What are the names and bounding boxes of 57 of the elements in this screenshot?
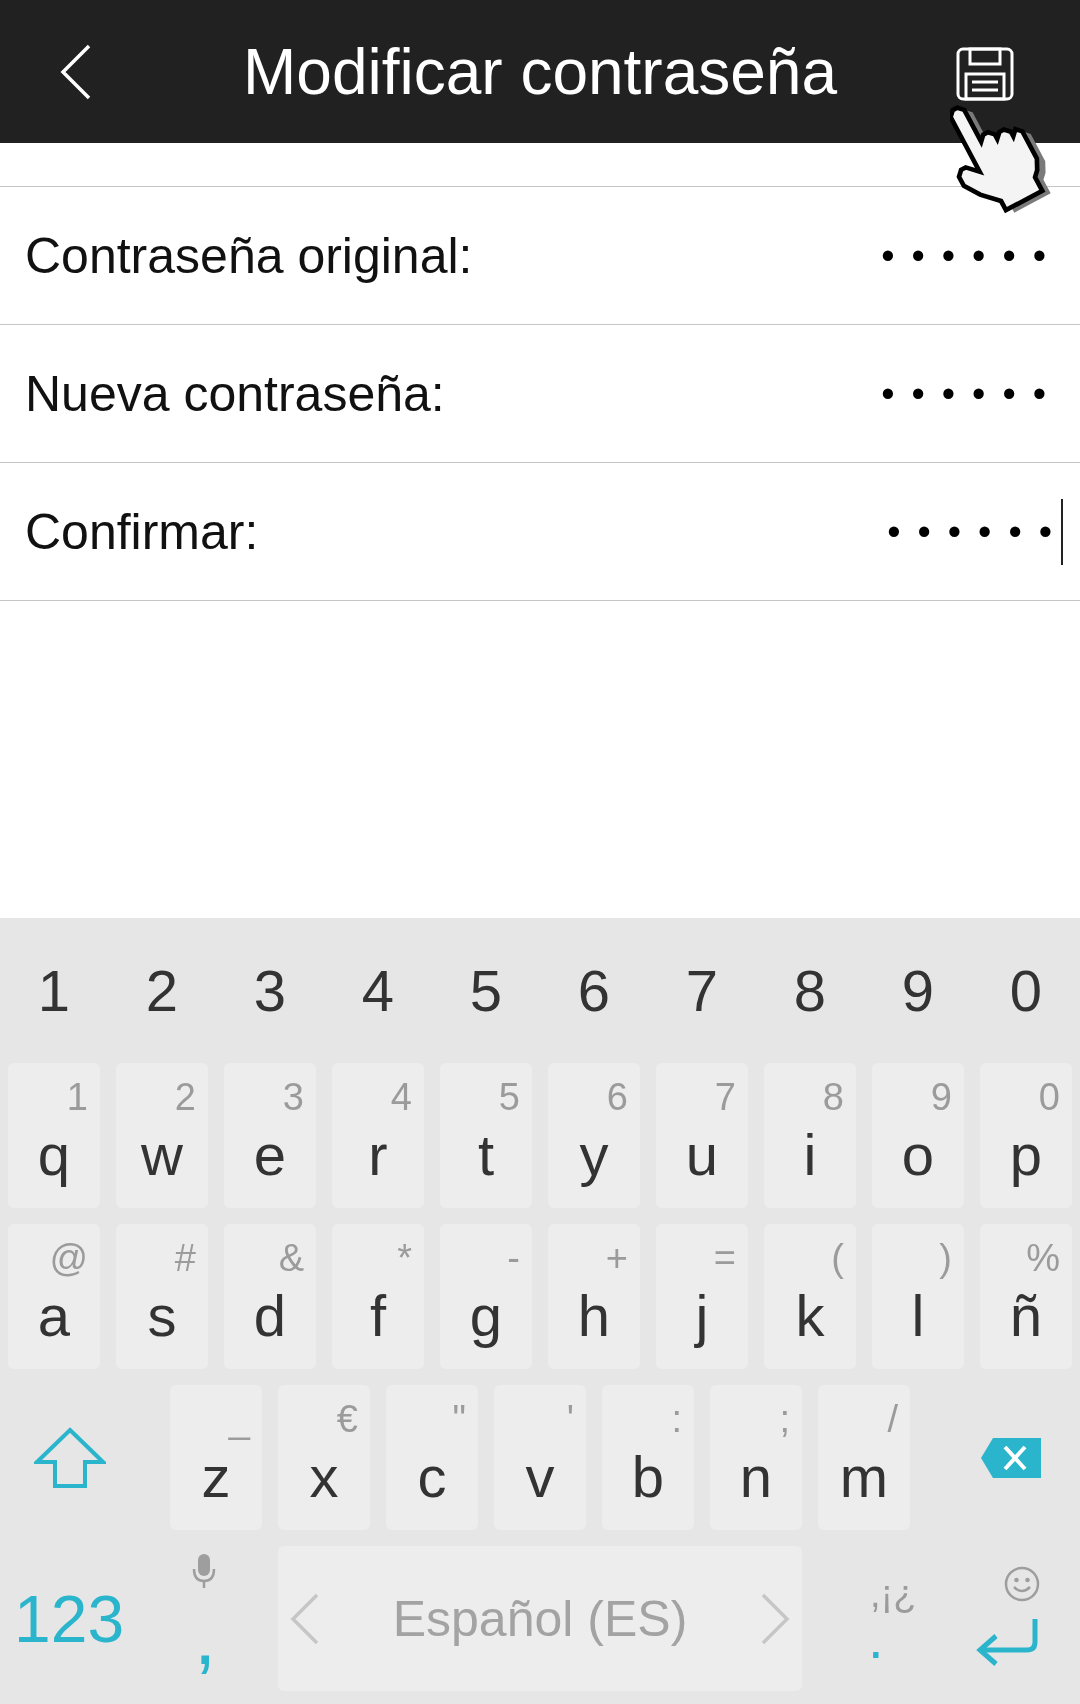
letter-key[interactable]: 1 q bbox=[8, 1063, 100, 1208]
number-key[interactable]: 4 bbox=[343, 953, 413, 1028]
letter-key[interactable]: 4 r bbox=[332, 1063, 424, 1208]
letter-key[interactable]: = j bbox=[656, 1224, 748, 1369]
field-label: Confirmar: bbox=[25, 502, 259, 562]
letter-key[interactable]: ( k bbox=[764, 1224, 856, 1369]
letter-key[interactable]: ' v bbox=[494, 1385, 586, 1530]
number-key[interactable]: 6 bbox=[559, 953, 629, 1028]
backspace-key[interactable] bbox=[980, 1436, 1042, 1479]
letter-key[interactable]: 7 u bbox=[656, 1063, 748, 1208]
save-icon bbox=[956, 46, 1014, 101]
letter-key[interactable]: 0 p bbox=[980, 1063, 1072, 1208]
letter-key[interactable]: " c bbox=[386, 1385, 478, 1530]
letter-key[interactable]: 5 t bbox=[440, 1063, 532, 1208]
letter-key[interactable]: / m bbox=[818, 1385, 910, 1530]
letter-key[interactable]: : b bbox=[602, 1385, 694, 1530]
field-label: Nueva contraseña: bbox=[25, 364, 445, 424]
text-cursor-icon bbox=[1061, 498, 1063, 565]
number-key[interactable]: 7 bbox=[667, 953, 737, 1028]
number-key[interactable]: 2 bbox=[127, 953, 197, 1028]
letter-key[interactable]: 6 y bbox=[548, 1063, 640, 1208]
letter-key[interactable]: * f bbox=[332, 1224, 424, 1369]
letter-key[interactable]: @ a bbox=[8, 1224, 100, 1369]
letter-key[interactable]: 2 w bbox=[116, 1063, 208, 1208]
back-button[interactable] bbox=[60, 43, 92, 100]
letter-key[interactable]: 3 e bbox=[224, 1063, 316, 1208]
letter-key[interactable]: ) l bbox=[872, 1224, 964, 1369]
number-key[interactable]: 3 bbox=[235, 953, 305, 1028]
letter-key[interactable]: + h bbox=[548, 1224, 640, 1369]
password-field[interactable]: •••••• bbox=[881, 220, 1063, 291]
letter-key[interactable]: _ z bbox=[170, 1385, 262, 1530]
backspace-icon bbox=[980, 1436, 1042, 1479]
smiley-icon bbox=[1004, 1565, 1040, 1602]
letter-key[interactable]: # s bbox=[116, 1224, 208, 1369]
letter-key[interactable]: 9 o bbox=[872, 1063, 964, 1208]
back-chevron-icon bbox=[60, 43, 92, 100]
shift-arrow-icon bbox=[34, 1426, 106, 1489]
letter-key[interactable]: - g bbox=[440, 1224, 532, 1369]
password-field[interactable]: •••••• bbox=[881, 358, 1063, 429]
microphone-icon bbox=[192, 1552, 217, 1589]
number-key[interactable]: 0 bbox=[991, 953, 1061, 1028]
letter-key[interactable]: & d bbox=[224, 1224, 316, 1369]
save-button[interactable] bbox=[956, 46, 1014, 101]
number-key[interactable]: 1 bbox=[19, 953, 89, 1028]
letter-key[interactable]: 8 i bbox=[764, 1063, 856, 1208]
letter-key[interactable]: ; n bbox=[710, 1385, 802, 1530]
letter-key[interactable]: % ñ bbox=[980, 1224, 1072, 1369]
number-key[interactable]: 8 bbox=[775, 953, 845, 1028]
number-key[interactable]: 9 bbox=[883, 953, 953, 1028]
left-chevron-icon bbox=[290, 1592, 320, 1645]
number-key[interactable]: 5 bbox=[451, 953, 521, 1028]
letter-key[interactable]: € x bbox=[278, 1385, 370, 1530]
password-field[interactable]: •••••• bbox=[887, 496, 1063, 567]
field-label: Contraseña original: bbox=[25, 226, 473, 286]
right-chevron-icon bbox=[760, 1592, 790, 1645]
shift-key[interactable] bbox=[34, 1426, 106, 1489]
screen-title: Modificar contraseña bbox=[242, 34, 838, 110]
